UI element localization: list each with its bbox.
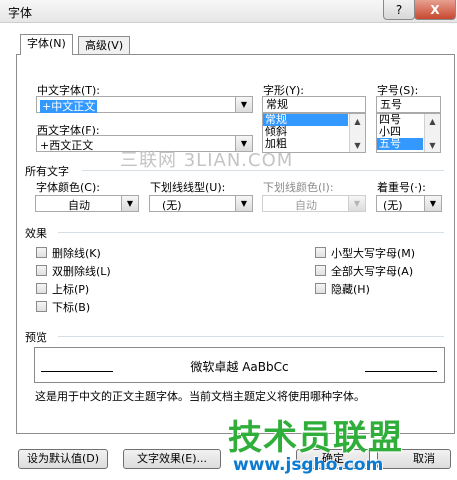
chinese-font-value: +中文正文 <box>40 100 98 113</box>
watermark: 三联网 3LIAN.COM <box>120 150 294 171</box>
help-button[interactable]: ? <box>383 0 415 20</box>
site-logo: 技术员联盟 <box>228 418 403 458</box>
emphasis-label: 着重号(·): <box>377 181 426 194</box>
text-effects-button[interactable]: 文字效果(E)... <box>123 449 221 469</box>
chevron-down-icon[interactable]: ▼ <box>235 97 252 112</box>
site-logo-url: www.jsgho.com <box>233 455 384 475</box>
style-scrollbar[interactable]: ▲ ▼ <box>349 114 365 152</box>
section-divider <box>58 336 444 337</box>
font-color-label: 字体颜色(C): <box>36 181 100 194</box>
strikethrough-label: 删除线(K) <box>52 247 101 260</box>
scroll-down-icon[interactable]: ▼ <box>350 138 365 152</box>
window-title: 字体 <box>8 6 33 20</box>
hidden-label: 隐藏(H) <box>331 283 370 296</box>
underline-type-combo[interactable]: (无) ▼ <box>149 195 253 212</box>
superscript-checkbox[interactable] <box>36 283 47 294</box>
chevron-down-icon[interactable]: ▼ <box>424 196 441 211</box>
all-caps-checkbox[interactable] <box>315 265 326 276</box>
underline-color-label: 下划线颜色(I): <box>263 181 334 194</box>
scroll-up-icon[interactable]: ▲ <box>350 114 365 128</box>
font-color-value: 自动 <box>68 199 90 212</box>
underline-type-value: (无) <box>162 199 182 212</box>
preview-section-label: 预览 <box>25 331 47 344</box>
small-caps-checkbox[interactable] <box>315 247 326 258</box>
style-input[interactable]: 常规 <box>262 96 366 113</box>
all-text-section-label: 所有文字 <box>25 165 69 178</box>
small-caps-label: 小型大写字母(M) <box>331 247 416 260</box>
size-list[interactable]: 四号 小四 五号 ▲ ▼ <box>376 113 441 153</box>
double-strikethrough-label: 双删除线(L) <box>52 265 111 278</box>
size-scrollbar[interactable]: ▲ ▼ <box>424 114 440 152</box>
set-default-button[interactable]: 设为默认值(D) <box>18 449 108 469</box>
scroll-down-icon[interactable]: ▼ <box>425 138 440 152</box>
subscript-checkbox[interactable] <box>36 301 47 312</box>
section-divider <box>58 232 444 233</box>
superscript-label: 上标(P) <box>52 283 90 296</box>
effects-section-label: 效果 <box>25 227 47 240</box>
chinese-font-combo[interactable]: +中文正文 ▼ <box>36 96 253 113</box>
close-button[interactable]: X <box>414 0 456 20</box>
subscript-label: 下标(B) <box>52 301 91 314</box>
preview-sample-text: 微软卓越 AaBbCc <box>190 360 289 374</box>
underline-color-value: 自动 <box>295 199 317 212</box>
section-divider <box>82 170 444 171</box>
font-color-combo[interactable]: 自动 ▼ <box>35 195 139 212</box>
underline-type-label: 下划线线型(U): <box>150 181 226 194</box>
size-input[interactable]: 五号 <box>376 96 441 113</box>
list-item[interactable]: 五号 <box>377 138 423 150</box>
chevron-down-icon[interactable]: ▼ <box>121 196 138 211</box>
preview-box: 微软卓越 AaBbCc <box>34 347 445 383</box>
all-caps-label: 全部大写字母(A) <box>331 265 414 278</box>
tab-advanced[interactable]: 高级(V) <box>78 36 131 55</box>
close-icon: X <box>430 2 440 17</box>
western-font-value: +西文正文 <box>40 139 94 152</box>
double-strikethrough-checkbox[interactable] <box>36 265 47 276</box>
emphasis-value: (无) <box>383 199 403 212</box>
emphasis-combo[interactable]: (无) ▼ <box>376 195 442 212</box>
chevron-down-icon[interactable]: ▼ <box>348 196 365 211</box>
underline-color-combo[interactable]: 自动 ▼ <box>262 195 366 212</box>
hidden-checkbox[interactable] <box>315 283 326 294</box>
tab-font[interactable]: 字体(N) <box>20 34 73 55</box>
preview-description: 这是用于中文的正文主题字体。当前文档主题定义将使用哪种字体。 <box>35 390 365 403</box>
scroll-up-icon[interactable]: ▲ <box>425 114 440 128</box>
chevron-down-icon[interactable]: ▼ <box>235 196 252 211</box>
help-icon: ? <box>395 2 403 17</box>
strikethrough-checkbox[interactable] <box>36 247 47 258</box>
